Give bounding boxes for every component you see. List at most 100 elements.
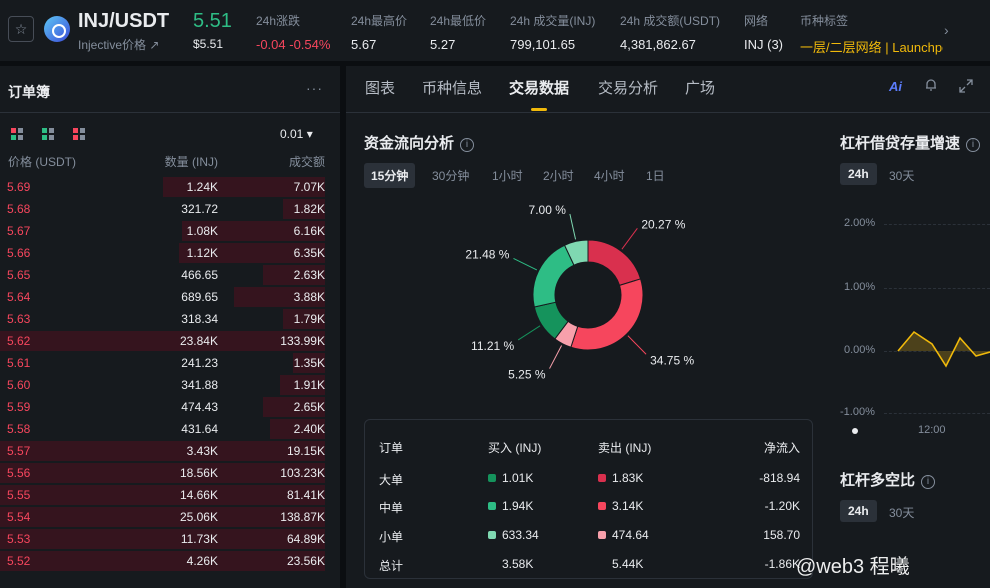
orderbook-row[interactable]: 5.54 25.06K 138.87K <box>0 506 340 528</box>
info-icon[interactable]: i <box>921 475 936 489</box>
net-inflow: 158.70 <box>763 528 800 542</box>
ask-price: 5.55 <box>7 488 31 502</box>
orderbook-row[interactable]: 5.59 474.43 2.65K <box>0 396 340 418</box>
orderbook-row[interactable]: 5.55 14.66K 81.41K <box>0 484 340 506</box>
period-30m[interactable]: 30分钟 <box>425 163 476 188</box>
stat-tags[interactable]: 币种标签 一层/二层网络 | Launchpool <box>800 12 943 56</box>
ask-quantity: 14.66K <box>179 488 218 502</box>
order-size-text: 总计 <box>379 559 404 573</box>
orderbook-row[interactable]: 5.66 1.12K 6.35K <box>0 242 340 264</box>
depth-bar <box>0 485 325 505</box>
orderbook-row[interactable]: 5.57 3.43K 19.15K <box>0 440 340 462</box>
leader-line <box>549 345 563 369</box>
bell-icon[interactable] <box>924 78 938 92</box>
buy-amount: 633.34 <box>488 528 539 542</box>
ratio-period-24h[interactable]: 24h <box>840 500 877 522</box>
ask-quantity: 474.43 <box>181 400 218 414</box>
net-inflow: -1.86K <box>765 557 800 571</box>
ask-quantity: 4.26K <box>186 554 218 568</box>
orderbook-row[interactable]: 5.53 11.73K 64.89K <box>0 528 340 550</box>
donut-slice[interactable] <box>532 244 575 308</box>
leader-line <box>627 335 647 355</box>
ask-quantity: 23.84K <box>179 334 218 348</box>
stat-label: 币种标签 <box>800 14 849 28</box>
orderbook-row[interactable]: 5.65 466.65 2.63K <box>0 264 340 286</box>
header-net: 净流入 <box>763 441 800 455</box>
donut-slice[interactable] <box>570 278 644 351</box>
net-inflow: -1.20K <box>765 499 800 513</box>
period-1h[interactable]: 1小时 <box>485 163 530 188</box>
orderbook-row[interactable]: 5.69 1.24K 7.07K <box>0 176 340 198</box>
y-tick: 1.00% <box>844 281 876 293</box>
depth-bar <box>0 507 325 527</box>
tab-trading-data[interactable]: 交易数据 <box>509 77 569 98</box>
orderbook-row[interactable]: 5.62 23.84K 133.99K <box>0 330 340 352</box>
period-2h[interactable]: 2小时 <box>536 163 581 188</box>
orderbook-row[interactable]: 5.64 689.65 3.88K <box>0 286 340 308</box>
favorite-star-icon[interactable]: ☆ <box>8 16 34 42</box>
orderbook-row[interactable]: 5.58 431.64 2.40K <box>0 418 340 440</box>
stat-24h-turnover: 24h 成交额(USDT) 4,381,862.67 <box>620 12 720 52</box>
ask-quantity: 689.65 <box>181 290 218 304</box>
expand-icon[interactable] <box>958 78 974 94</box>
info-icon[interactable]: i <box>460 138 475 152</box>
ask-total: 19.15K <box>286 444 325 458</box>
orderbook-row[interactable]: 5.61 241.23 1.35K <box>0 352 340 374</box>
pair-name[interactable]: INJ/USDT <box>78 10 169 33</box>
stat-value: 4,381,862.67 <box>620 37 696 52</box>
buy-amount: 3.58K <box>502 557 533 571</box>
tab-coin-info[interactable]: 币种信息 <box>422 77 482 98</box>
table-header: 订单 买入 (INJ) 卖出 (INJ) 净流入 <box>365 436 814 456</box>
orderbook-row[interactable]: 5.63 318.34 1.79K <box>0 308 340 330</box>
tab-square[interactable]: 广场 <box>685 77 715 98</box>
period-1d[interactable]: 1日 <box>639 163 672 188</box>
stat-24h-volume: 24h 成交量(INJ) 799,101.65 <box>510 12 595 52</box>
ask-total: 23.56K <box>286 554 325 568</box>
ai-icon[interactable]: Ai <box>889 79 902 94</box>
ask-price: 5.56 <box>7 466 31 480</box>
header-sell: 卖出 (INJ) <box>598 441 652 455</box>
fund-flow-title: 资金流向分析 i <box>364 132 475 153</box>
donut-slice[interactable] <box>587 239 642 286</box>
sell-amount-text: 5.44K <box>612 557 644 571</box>
orderbook-row[interactable]: 5.68 321.72 1.82K <box>0 198 340 220</box>
period-4h[interactable]: 4小时 <box>587 163 632 188</box>
tab-trading-analysis[interactable]: 交易分析 <box>598 77 658 98</box>
tab-chart[interactable]: 图表 <box>365 77 395 98</box>
period-15m[interactable]: 15分钟 <box>364 163 416 188</box>
stat-value: INJ (3) <box>744 37 783 52</box>
view-asks-icon[interactable] <box>73 128 85 140</box>
pair-price-link[interactable]: Injective价格 ↗ <box>78 36 159 53</box>
chevron-right-icon[interactable]: › <box>944 22 949 38</box>
buy-amount-text: 633.34 <box>502 528 539 542</box>
order-size: 总计 <box>379 557 403 574</box>
ask-total: 6.16K <box>293 224 325 238</box>
stat-24h-low: 24h最低价 5.27 <box>430 12 486 52</box>
ask-total: 7.07K <box>293 180 325 194</box>
col-price: 价格 (USDT) <box>8 155 76 169</box>
net-inflow: -818.94 <box>759 471 800 485</box>
ask-price: 5.59 <box>7 400 31 414</box>
orderbook-row[interactable]: 5.56 18.56K 103.23K <box>0 462 340 484</box>
view-both-icon[interactable] <box>11 128 23 140</box>
col-quantity: 数量 (INJ) <box>164 155 218 169</box>
precision-select[interactable]: 0.01 ▾ <box>280 127 313 141</box>
legend-swatch <box>598 502 606 510</box>
ask-price: 5.64 <box>7 290 31 304</box>
orderbook-row[interactable]: 5.52 4.26K 23.56K <box>0 550 340 572</box>
info-icon[interactable]: i <box>966 138 981 152</box>
ask-price: 5.62 <box>7 334 31 348</box>
orderbook-row[interactable]: 5.60 341.88 1.91K <box>0 374 340 396</box>
view-bids-icon[interactable] <box>42 128 54 140</box>
leader-line <box>513 258 538 271</box>
ask-price: 5.58 <box>7 422 31 436</box>
leverage-period-30d[interactable]: 30天 <box>881 163 922 188</box>
carousel-dot[interactable] <box>852 428 858 434</box>
more-options-icon[interactable]: ··· <box>306 80 323 96</box>
buy-amount: 1.01K <box>488 471 533 485</box>
orderbook-row[interactable]: 5.67 1.08K 6.16K <box>0 220 340 242</box>
stat-value: 5.67 <box>351 37 377 52</box>
leverage-period-24h[interactable]: 24h <box>840 163 877 185</box>
stat-network[interactable]: 网络 INJ (3) <box>744 12 783 52</box>
ratio-period-30d[interactable]: 30天 <box>881 500 922 525</box>
